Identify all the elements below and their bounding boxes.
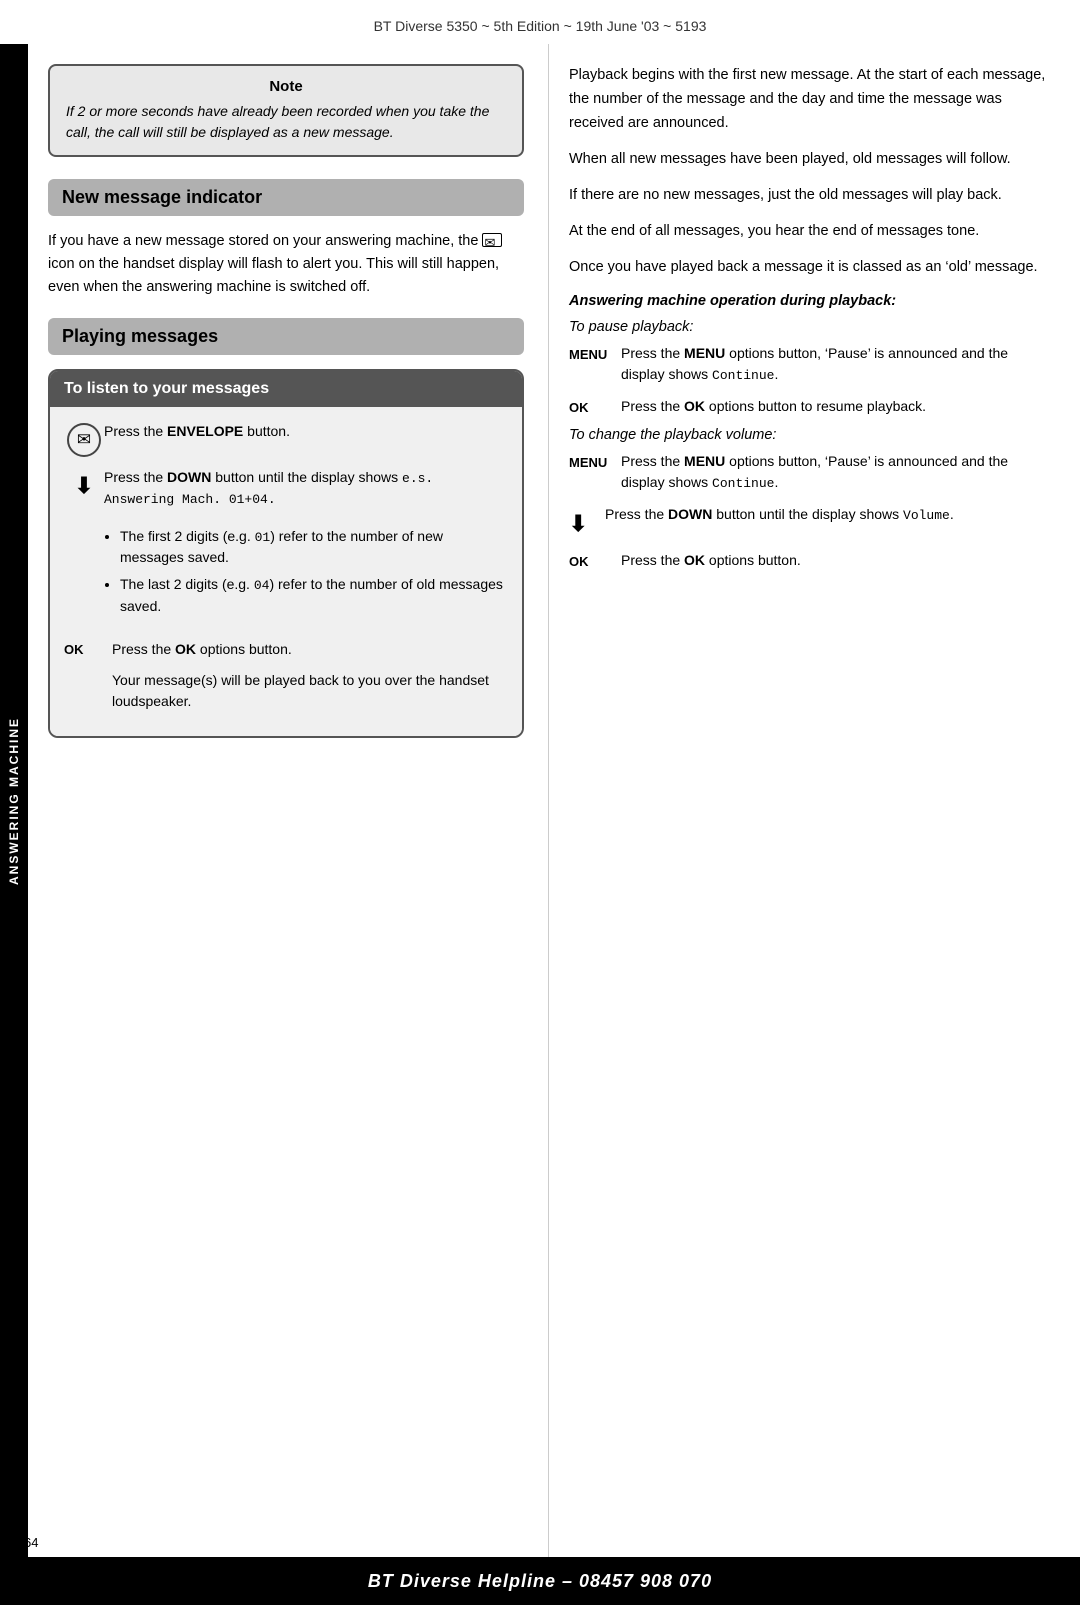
pause-menu-text: Press the MENU options button, ‘Pause’ i… — [621, 343, 1050, 386]
playing-messages-heading: Playing messages — [48, 318, 524, 355]
volume-down-text: Press the DOWN button until the display … — [605, 504, 1050, 526]
new-message-indicator-body: If you have a new message stored on your… — [48, 230, 524, 300]
pause-ok-step: OK Press the OK options button to resume… — [569, 396, 1050, 418]
right-column: Playback begins with the first new messa… — [548, 44, 1080, 1559]
side-tab: ANSWERING MACHINE — [0, 44, 28, 1559]
volume-playback-heading: To change the playback volume: — [569, 427, 1050, 443]
bullet-last-digits: The last 2 digits (e.g. 04) refer to the… — [120, 574, 508, 617]
envelope-circle-icon: ✉ — [67, 423, 101, 457]
step-ok: OK Press the OK options button. — [64, 639, 508, 660]
note-title: Note — [66, 78, 506, 95]
pause-ok-text: Press the OK options button to resume pl… — [621, 396, 1050, 417]
note-text: If 2 or more seconds have already been r… — [66, 101, 506, 143]
pause-menu-label: MENU — [569, 343, 621, 365]
arrow-down-icon: ⬇ — [75, 469, 93, 502]
to-listen-box: To listen to your messages ✉ Press the E… — [48, 369, 524, 738]
bullet-first-digits: The first 2 digits (e.g. 01) refer to th… — [120, 526, 508, 569]
right-para-4: At the end of all messages, you hear the… — [569, 220, 1050, 244]
am-operation-heading: Answering machine operation during playb… — [569, 293, 1050, 309]
volume-menu-step: MENU Press the MENU options button, ‘Pau… — [569, 451, 1050, 494]
pause-menu-step: MENU Press the MENU options button, ‘Pau… — [569, 343, 1050, 386]
right-para-1: Playback begins with the first new messa… — [569, 64, 1050, 136]
new-message-indicator-section: New message indicator If you have a new … — [48, 179, 524, 300]
to-listen-header: To listen to your messages — [50, 371, 522, 407]
answering-machine-operation: Answering machine operation during playb… — [569, 293, 1050, 571]
note-box: Note If 2 or more seconds have already b… — [48, 64, 524, 157]
footer-text: BT Diverse Helpline – 08457 908 070 — [368, 1571, 712, 1592]
header-title: BT Diverse 5350 ~ 5th Edition ~ 19th Jun… — [374, 18, 707, 34]
ok-label: OK — [64, 639, 112, 660]
volume-down-step: ⬇ Press the DOWN button until the displa… — [569, 504, 1050, 540]
step-playback-info: Your message(s) will be played back to y… — [112, 670, 508, 712]
step-down-text: Press the DOWN button until the display … — [104, 467, 508, 510]
page-footer: BT Diverse Helpline – 08457 908 070 — [0, 1557, 1080, 1605]
right-para-5: Once you have played back a message it i… — [569, 256, 1050, 280]
left-column: Note If 2 or more seconds have already b… — [28, 44, 548, 1559]
right-paragraphs: Playback begins with the first new messa… — [569, 64, 1050, 279]
volume-arrow-down-icon: ⬇ — [569, 511, 587, 536]
step-playback-text: Your message(s) will be played back to y… — [112, 670, 508, 712]
pause-playback-heading: To pause playback: — [569, 319, 1050, 335]
volume-menu-text: Press the MENU options button, ‘Pause’ i… — [621, 451, 1050, 494]
step-envelope: ✉ Press the ENVELOPE button. — [64, 421, 508, 457]
volume-ok-text: Press the OK options button. — [621, 550, 1050, 571]
step-down-button: ⬇ Press the DOWN button until the displa… — [64, 467, 508, 510]
right-para-2: When all new messages have been played, … — [569, 148, 1050, 172]
page-number: 64 — [24, 1535, 38, 1550]
volume-ok-label: OK — [569, 550, 621, 572]
right-para-3: If there are no new messages, just the o… — [569, 184, 1050, 208]
volume-ok-step: OK Press the OK options button. — [569, 550, 1050, 572]
step-ok-text: Press the OK options button. — [112, 639, 508, 660]
playing-messages-section: Playing messages To listen to your messa… — [48, 318, 524, 738]
to-listen-body: ✉ Press the ENVELOPE button. ⬇ — [50, 407, 522, 736]
digit-bullets: The first 2 digits (e.g. 01) refer to th… — [120, 526, 508, 623]
envelope-inline-icon — [482, 233, 502, 247]
new-message-indicator-heading: New message indicator — [48, 179, 524, 216]
pause-ok-label: OK — [569, 396, 621, 418]
volume-menu-label: MENU — [569, 451, 621, 473]
step-bullets-row: The first 2 digits (e.g. 01) refer to th… — [104, 520, 508, 629]
step-envelope-text: Press the ENVELOPE button. — [104, 421, 508, 442]
page-header: BT Diverse 5350 ~ 5th Edition ~ 19th Jun… — [0, 0, 1080, 44]
envelope-icon: ✉ — [77, 427, 91, 453]
